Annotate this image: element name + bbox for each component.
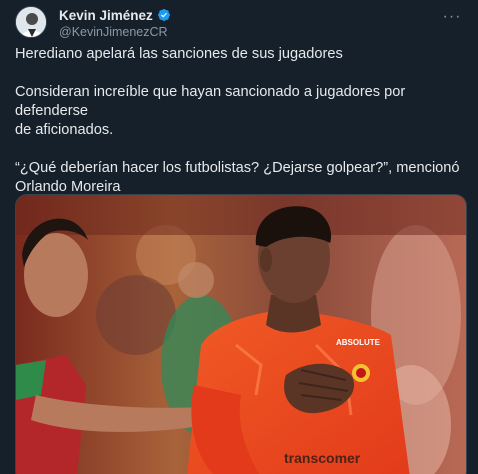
tweet-text: Herediano apelará las sanciones de sus j…	[15, 45, 470, 197]
tweet-photo[interactable]: ABSOLUTE transcomer	[15, 194, 467, 474]
tweet-paragraph-3-line-1: “¿Qué deberían hacer los futbolistas? ¿D…	[15, 160, 460, 176]
jersey-sponsor-text: transcomer	[284, 450, 361, 466]
more-horizontal-icon: ···	[442, 8, 462, 25]
avatar[interactable]	[15, 6, 47, 38]
author-names: Kevin Jiménez @KevinJimenezCR	[59, 7, 171, 39]
author-display-name[interactable]: Kevin Jiménez	[59, 8, 153, 23]
verified-badge-icon	[157, 9, 170, 21]
more-options-button[interactable]: ···	[441, 8, 463, 26]
jersey-brand-text: ABSOLUTE	[336, 338, 381, 347]
user-avatar-icon	[16, 7, 46, 37]
tweet-paragraph-2-line-2: de aficionados.	[15, 122, 114, 138]
tweet-paragraph-1: Herediano apelará las sanciones de sus j…	[15, 46, 343, 62]
tweet-header: Kevin Jiménez @KevinJimenezCR ···	[15, 6, 465, 40]
tweet-card: Kevin Jiménez @KevinJimenezCR ··· Heredi…	[0, 0, 478, 474]
author-handle[interactable]: @KevinJimenezCR	[59, 25, 171, 39]
football-player-photo: ABSOLUTE transcomer	[16, 195, 466, 474]
tweet-paragraph-2-line-1: Consideran increíble que hayan sancionad…	[15, 84, 406, 119]
